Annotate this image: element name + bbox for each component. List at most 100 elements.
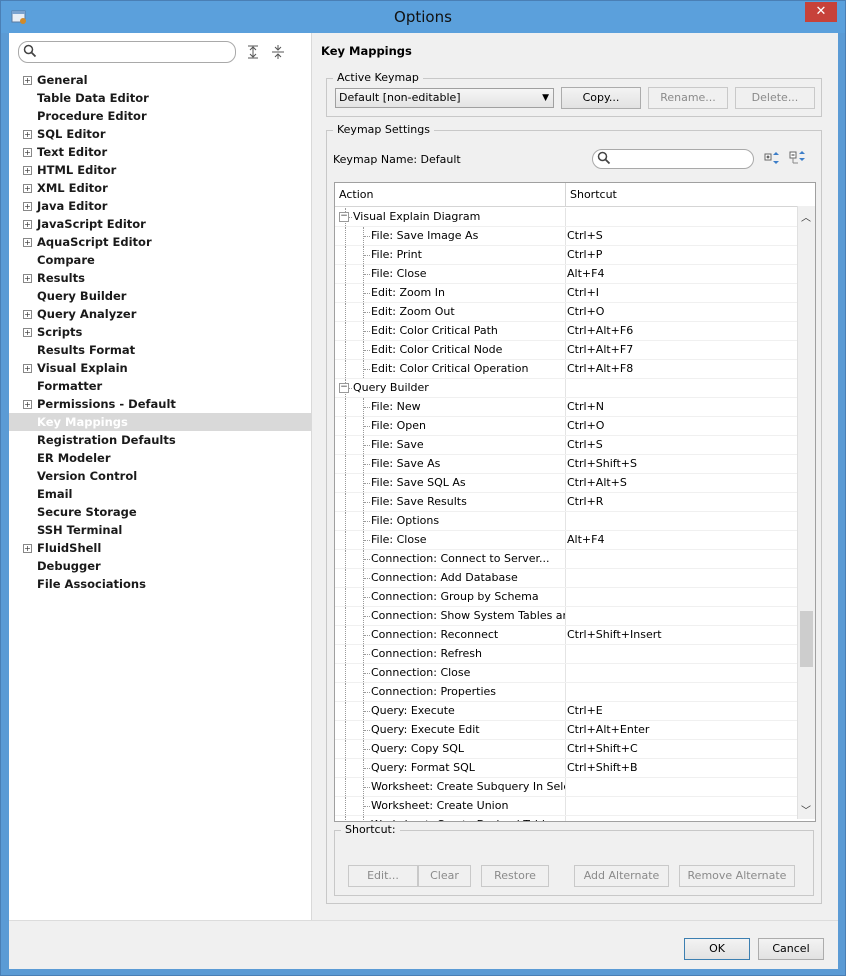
table-row[interactable]: File: New Ctrl+N (335, 398, 797, 417)
table-row[interactable]: File: Open Ctrl+O (335, 417, 797, 436)
table-row[interactable]: Connection: Add Database (335, 569, 797, 588)
tree-item[interactable]: ER Modeler (9, 449, 311, 467)
edit-shortcut-button[interactable]: Edit... (348, 865, 418, 887)
scrollbar-thumb[interactable] (800, 611, 813, 667)
delete-button[interactable]: Delete... (735, 87, 815, 109)
chevron-up-icon[interactable]: ︿ (801, 209, 811, 224)
tree-item[interactable]: Key Mappings (9, 413, 311, 431)
table-row[interactable]: − Visual Explain Diagram (335, 208, 797, 227)
expand-icon[interactable]: + (23, 166, 32, 175)
cancel-button[interactable]: Cancel (758, 938, 824, 960)
column-action[interactable]: Action (335, 183, 566, 206)
table-row[interactable]: Edit: Zoom In Ctrl+I (335, 284, 797, 303)
title-bar[interactable]: Options ✕ (1, 1, 845, 33)
expand-icon[interactable]: + (23, 310, 32, 319)
tree-item[interactable]: Version Control (9, 467, 311, 485)
expand-icon[interactable]: + (23, 328, 32, 337)
table-row[interactable]: File: Save As Ctrl+Shift+S (335, 455, 797, 474)
table-row[interactable]: Connection: Properties (335, 683, 797, 702)
tree-item[interactable]: Secure Storage (9, 503, 311, 521)
table-row[interactable]: File: Save Image As Ctrl+S (335, 227, 797, 246)
tree-item[interactable]: File Associations (9, 575, 311, 593)
tree-item[interactable]: Email (9, 485, 311, 503)
tree-item[interactable]: Procedure Editor (9, 107, 311, 125)
table-row[interactable]: File: Options (335, 512, 797, 531)
ok-button[interactable]: OK (684, 938, 750, 960)
restore-shortcut-button[interactable]: Restore (481, 865, 549, 887)
rename-button[interactable]: Rename... (648, 87, 728, 109)
expand-icon[interactable]: + (23, 544, 32, 553)
table-scrollbar[interactable]: ︿ ﹀ (797, 206, 815, 819)
expand-tree-icon[interactable] (764, 150, 782, 166)
table-row[interactable]: Worksheet: Create Union (335, 797, 797, 816)
tree-item[interactable]: + Visual Explain (9, 359, 311, 377)
tree-item[interactable]: Table Data Editor (9, 89, 311, 107)
expand-icon[interactable]: + (23, 220, 32, 229)
tree-item[interactable]: + JavaScript Editor (9, 215, 311, 233)
table-row[interactable]: File: Save SQL As Ctrl+Alt+S (335, 474, 797, 493)
expand-icon[interactable]: + (23, 238, 32, 247)
table-row[interactable]: − Query Builder (335, 379, 797, 398)
table-row[interactable]: Connection: Reconnect Ctrl+Shift+Insert (335, 626, 797, 645)
tree-item[interactable]: Debugger (9, 557, 311, 575)
table-row[interactable]: Worksheet: Create Subquery In Select (335, 778, 797, 797)
table-row[interactable]: Query: Copy SQL Ctrl+Shift+C (335, 740, 797, 759)
expand-icon[interactable]: + (23, 130, 32, 139)
tree-item[interactable]: + Permissions - Default (9, 395, 311, 413)
tree-item[interactable]: + Java Editor (9, 197, 311, 215)
tree-search-input[interactable] (18, 41, 236, 63)
keymap-search-input[interactable] (592, 149, 754, 169)
table-row[interactable]: Query: Format SQL Ctrl+Shift+B (335, 759, 797, 778)
table-row[interactable]: File: Save Results Ctrl+R (335, 493, 797, 512)
expand-icon[interactable]: + (23, 76, 32, 85)
table-row[interactable]: Query: Execute Ctrl+E (335, 702, 797, 721)
tree-item[interactable]: + General (9, 71, 311, 89)
table-row[interactable]: Edit: Zoom Out Ctrl+O (335, 303, 797, 322)
table-row[interactable]: Connection: Refresh (335, 645, 797, 664)
tree-item[interactable]: Query Builder (9, 287, 311, 305)
expand-icon[interactable]: + (23, 202, 32, 211)
tree-item[interactable]: + Text Editor (9, 143, 311, 161)
tree-item[interactable]: Results Format (9, 341, 311, 359)
table-row[interactable]: Query: Execute Edit Ctrl+Alt+Enter (335, 721, 797, 740)
remove-alternate-button[interactable]: Remove Alternate (679, 865, 795, 887)
tree-item[interactable]: + SQL Editor (9, 125, 311, 143)
table-row[interactable]: Worksheet: Create Derived Table (335, 816, 797, 821)
keymap-select[interactable]: Default [non-editable] ▼ (335, 88, 554, 108)
collapse-all-icon[interactable] (271, 45, 285, 59)
expand-icon[interactable]: + (23, 148, 32, 157)
expand-icon[interactable]: + (23, 364, 32, 373)
table-row[interactable]: Connection: Show System Tables and Vie (335, 607, 797, 626)
tree-item[interactable]: + XML Editor (9, 179, 311, 197)
add-alternate-button[interactable]: Add Alternate (574, 865, 669, 887)
table-row[interactable]: File: Close Alt+F4 (335, 531, 797, 550)
table-row[interactable]: Edit: Color Critical Node Ctrl+Alt+F7 (335, 341, 797, 360)
expand-icon[interactable]: + (23, 184, 32, 193)
tree-item[interactable]: + FluidShell (9, 539, 311, 557)
chevron-down-icon[interactable]: ﹀ (801, 802, 811, 817)
table-row[interactable]: Connection: Close (335, 664, 797, 683)
tree-item[interactable]: + Scripts (9, 323, 311, 341)
tree-item[interactable]: SSH Terminal (9, 521, 311, 539)
close-button[interactable]: ✕ (805, 2, 837, 22)
table-row[interactable]: File: Close Alt+F4 (335, 265, 797, 284)
collapse-tree-icon[interactable] (789, 150, 807, 166)
tree-item[interactable]: + Results (9, 269, 311, 287)
tree-item[interactable]: + AquaScript Editor (9, 233, 311, 251)
tree-item[interactable]: Compare (9, 251, 311, 269)
table-row[interactable]: File: Print Ctrl+P (335, 246, 797, 265)
column-shortcut[interactable]: Shortcut (566, 183, 797, 206)
tree-item[interactable]: + Query Analyzer (9, 305, 311, 323)
expand-icon[interactable]: + (23, 400, 32, 409)
tree-item[interactable]: Formatter (9, 377, 311, 395)
expand-icon[interactable]: + (23, 274, 32, 283)
clear-shortcut-button[interactable]: Clear (418, 865, 471, 887)
copy-button[interactable]: Copy... (561, 87, 641, 109)
table-row[interactable]: Connection: Group by Schema (335, 588, 797, 607)
table-row[interactable]: Connection: Connect to Server... (335, 550, 797, 569)
table-row[interactable]: Edit: Color Critical Path Ctrl+Alt+F6 (335, 322, 797, 341)
table-row[interactable]: Edit: Color Critical Operation Ctrl+Alt+F… (335, 360, 797, 379)
tree-item[interactable]: Registration Defaults (9, 431, 311, 449)
tree-item[interactable]: + HTML Editor (9, 161, 311, 179)
expand-all-icon[interactable] (246, 45, 260, 59)
